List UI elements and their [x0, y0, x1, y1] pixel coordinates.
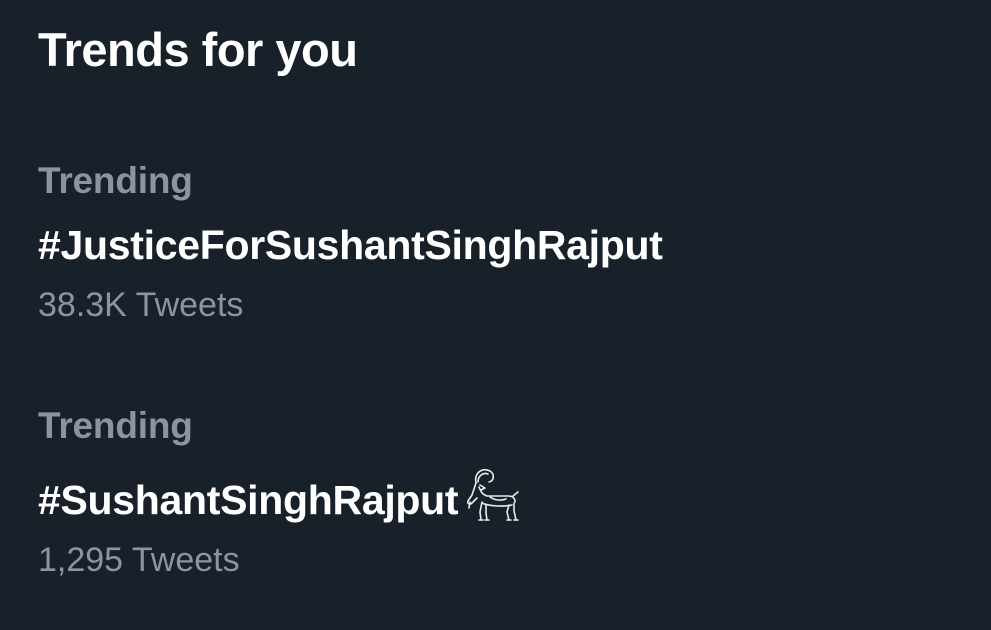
trends-panel: Trends for you Trending #JusticeForSusha… — [0, 0, 991, 630]
trend-tweet-count: 1,295 Tweets — [38, 541, 240, 579]
trend-hashtag[interactable]: #SushantSinghRajput — [38, 465, 938, 525]
trend-hashtag[interactable]: #JusticeForSushantSinghRajput — [38, 220, 938, 270]
trend-item[interactable]: Trending #SushantSinghRajput 1,295 Tweet… — [38, 403, 938, 581]
trend-hashtag-text: #JusticeForSushantSinghRajput — [38, 222, 663, 268]
trend-tweet-count: 38.3K Tweets — [38, 286, 244, 324]
trend-hashtag-text: #SushantSinghRajput — [38, 477, 459, 523]
trend-context: Trending — [38, 160, 193, 201]
trend-context: Trending — [38, 405, 193, 446]
section-title: Trends for you — [38, 23, 358, 76]
trend-item[interactable]: Trending #JusticeForSushantSinghRajput 3… — [38, 158, 938, 326]
goat-icon — [460, 465, 522, 523]
